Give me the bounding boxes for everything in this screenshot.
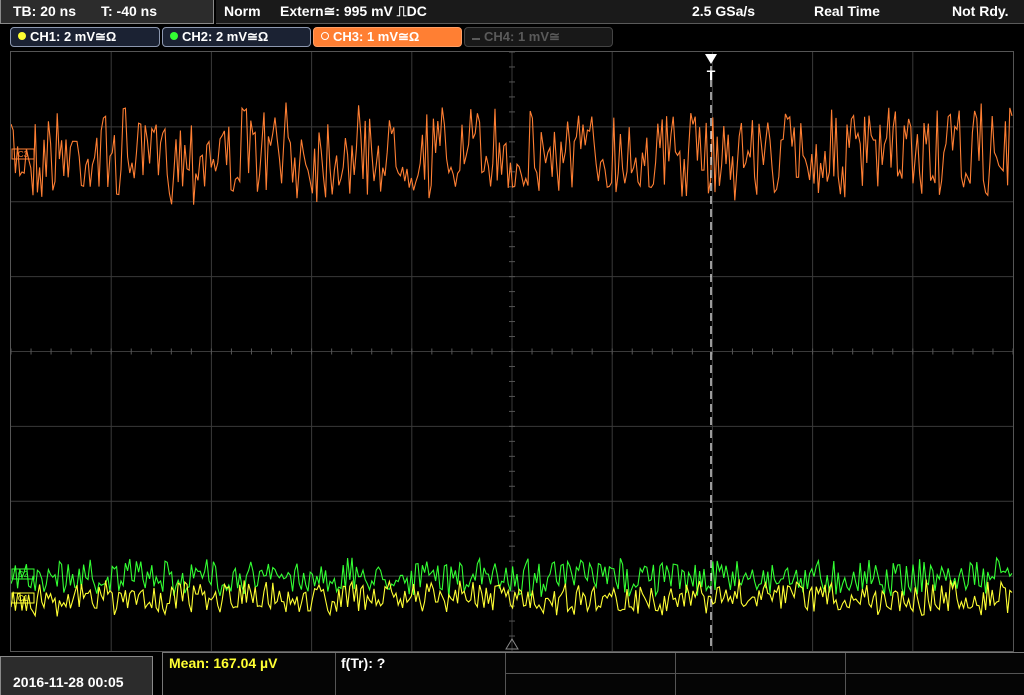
ch3-label: CH3: 1 mV≅Ω — [333, 29, 420, 44]
run-state: Not Rdy. — [952, 3, 1009, 19]
measurement-cell-2[interactable]: f(Tr): ? — [335, 653, 506, 695]
ch1-dot-icon — [18, 32, 26, 40]
ch3-dot-icon — [321, 32, 329, 40]
tab-ch3[interactable]: CH3: 1 mV≅Ω — [313, 27, 462, 47]
ch4-off-icon — [472, 38, 480, 40]
timebase-panel[interactable]: TB: 20 ns T: -40 ns — [0, 0, 214, 24]
measurement-panel[interactable]: Mean: 167.04 µV f(Tr): ? — [162, 652, 1024, 695]
datetime-panel: 2016-11-28 00:05 — [0, 656, 153, 695]
datetime-text: 2016-11-28 00:05 — [13, 674, 124, 690]
ch1-offset-marker: C1 — [11, 592, 35, 604]
ch2-dot-icon — [170, 32, 178, 40]
ch2-offset-marker: C2 — [11, 568, 35, 580]
ch4-label: CH4: 1 mV≅ — [484, 29, 560, 44]
tab-ch1[interactable]: CH1: 2 mV≅Ω — [10, 27, 160, 47]
freq-measurement: f(Tr): ? — [341, 655, 386, 671]
status-bar: Norm Extern≅: 995 mV ⎍DC 2.5 GSa/s Real … — [216, 0, 1024, 24]
tab-ch2[interactable]: CH2: 2 mV≅Ω — [162, 27, 311, 47]
timebase-value: TB: 20 ns — [13, 3, 77, 19]
mean-measurement: Mean: 167.04 µV — [169, 655, 278, 671]
ch3-marker-label: C3 — [18, 150, 29, 159]
ch1-label: CH1: 2 mV≅Ω — [30, 29, 117, 44]
trigger-source[interactable]: Extern≅: 995 mV ⎍DC — [280, 3, 427, 20]
measurement-cell-1[interactable]: Mean: 167.04 µV — [163, 653, 336, 695]
waveform-display[interactable]: T C3 C2 C1 — [10, 51, 1014, 652]
acquisition-mode: Real Time — [814, 3, 880, 19]
trigger-arrow-icon — [705, 54, 717, 64]
trigger-offset-value: T: -40 ns — [101, 3, 158, 19]
trigger-mode[interactable]: Norm — [224, 3, 261, 19]
measurement-cell-3[interactable] — [505, 653, 676, 695]
tab-ch4[interactable]: CH4: 1 mV≅ — [464, 27, 613, 47]
ch2-label: CH2: 2 mV≅Ω — [182, 29, 269, 44]
ch3-offset-marker: C3 — [11, 148, 35, 160]
measurement-cell-5[interactable] — [845, 653, 1024, 695]
trigger-marker-label: T — [707, 67, 716, 83]
sample-rate: 2.5 GSa/s — [692, 3, 756, 19]
ch1-marker-label: C1 — [18, 594, 29, 603]
measurement-cell-4[interactable] — [675, 653, 846, 695]
ch2-marker-label: C2 — [18, 570, 29, 579]
